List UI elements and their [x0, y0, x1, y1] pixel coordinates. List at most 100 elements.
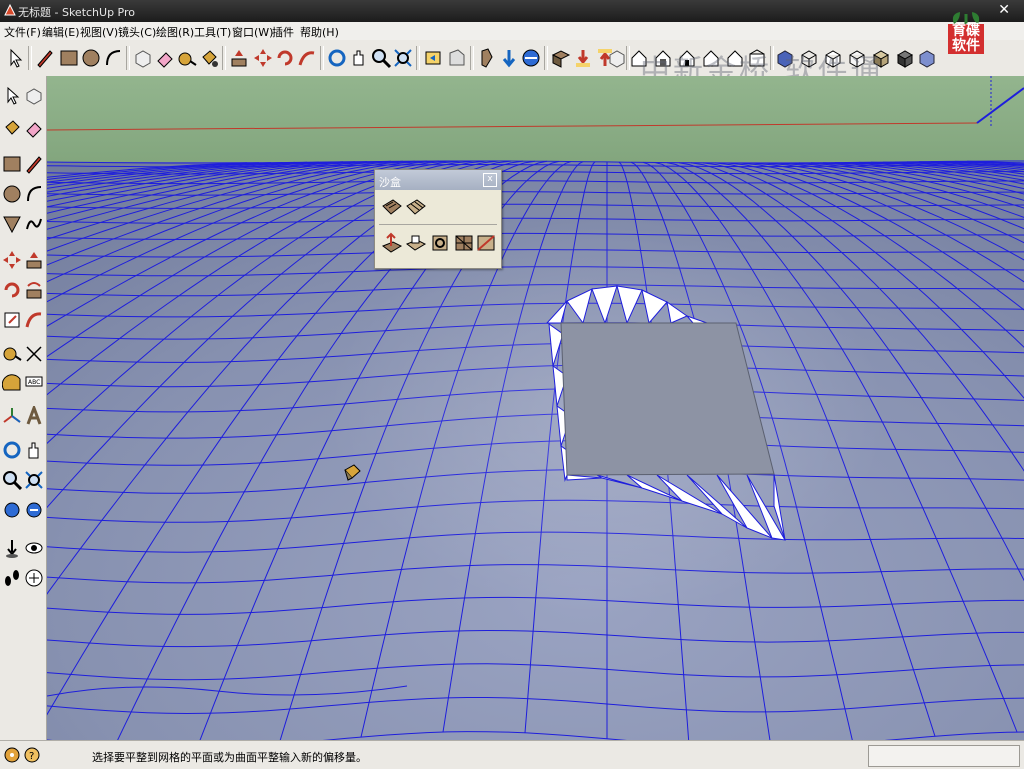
previous-view-icon[interactable] [2, 500, 22, 520]
pencil-icon[interactable] [34, 44, 56, 72]
add-detail-icon[interactable] [453, 232, 475, 256]
instructor-icon[interactable]: ? [24, 747, 40, 763]
sandbox-cursor-icon [344, 464, 361, 481]
menu-view[interactable]: 视图(V) [80, 24, 118, 40]
xray-toggle-icon[interactable] [916, 44, 938, 72]
toolbar-separator [544, 46, 548, 70]
back-view-icon[interactable] [724, 44, 746, 72]
follow-me-icon[interactable] [24, 280, 44, 300]
iso-view-icon[interactable] [628, 44, 650, 72]
section-plane-icon[interactable] [24, 568, 44, 588]
pan-icon[interactable] [348, 44, 370, 72]
polygon-icon[interactable] [2, 214, 22, 234]
text-icon[interactable]: ABC [24, 374, 44, 394]
look-around-icon[interactable] [520, 44, 542, 72]
position-camera-icon[interactable] [2, 538, 22, 558]
protractor-icon[interactable] [1, 374, 22, 394]
zoom-icon[interactable] [370, 44, 392, 72]
wireframe-icon[interactable] [798, 44, 820, 72]
stamp-icon[interactable] [405, 232, 427, 256]
menu-edit[interactable]: 编辑(E) [42, 24, 80, 40]
smoove-icon[interactable] [381, 232, 403, 256]
menu-draw[interactable]: 绘图(R) [156, 24, 194, 40]
move-icon[interactable] [252, 44, 274, 72]
left-view-icon[interactable] [746, 44, 768, 72]
geo-location-icon[interactable] [4, 747, 20, 763]
arc-icon[interactable] [102, 44, 124, 72]
select-icon[interactable] [4, 44, 26, 72]
circle-icon[interactable] [80, 44, 102, 72]
front-view-icon[interactable] [676, 44, 698, 72]
zoom-extents-icon[interactable] [392, 44, 414, 72]
follow-me-icon[interactable] [296, 44, 318, 72]
dimension-icon[interactable] [24, 344, 44, 364]
right-view-icon[interactable] [700, 44, 722, 72]
sandbox-close-button[interactable]: x [483, 173, 497, 187]
axes-icon[interactable] [2, 406, 22, 426]
zoom-extents-icon[interactable] [24, 500, 44, 520]
line-icon[interactable] [24, 154, 44, 174]
menu-tools[interactable]: 工具(T) [194, 24, 231, 40]
paint-bucket-icon[interactable] [198, 44, 220, 72]
sandbox-toolbar-panel[interactable]: 沙盒 x [374, 169, 502, 269]
measurements-box[interactable] [868, 745, 1020, 767]
close-window-button[interactable]: ✕ [998, 2, 1010, 18]
monochrome-icon[interactable] [894, 44, 916, 72]
terrain-scene[interactable] [47, 76, 1024, 740]
section-plane-icon[interactable] [550, 44, 572, 72]
scale-icon[interactable] [2, 310, 22, 330]
rotate-icon[interactable] [274, 44, 296, 72]
next-view-icon[interactable] [446, 44, 468, 72]
from-contours-icon[interactable] [381, 196, 403, 220]
hidden-line-icon[interactable] [822, 44, 844, 72]
menu-plugins[interactable]: 插件 [272, 24, 294, 40]
rectangle-icon[interactable] [58, 44, 80, 72]
window-title: 无标题 - SketchUp Pro [18, 6, 136, 19]
arc-icon[interactable] [24, 184, 44, 204]
pan-icon[interactable] [24, 440, 44, 460]
shaded-icon[interactable] [846, 44, 868, 72]
rectangle-icon[interactable] [2, 154, 22, 174]
push-pull-icon[interactable] [228, 44, 250, 72]
3d-text-icon[interactable] [24, 403, 44, 426]
from-scratch-icon[interactable] [405, 196, 427, 220]
rotate-icon[interactable] [2, 280, 22, 300]
model-viewport[interactable] [47, 76, 1024, 740]
select-icon[interactable] [2, 86, 22, 106]
freehand-icon[interactable] [24, 214, 44, 234]
move-icon[interactable] [2, 250, 22, 270]
shaded-textures-icon[interactable] [870, 44, 892, 72]
offset-icon[interactable] [24, 310, 44, 330]
drape-icon[interactable] [429, 232, 451, 256]
make-component-icon[interactable] [24, 86, 44, 106]
menu-file[interactable]: 文件(F) [4, 24, 41, 40]
paint-bucket-icon[interactable] [2, 118, 22, 138]
walk-icon[interactable] [2, 568, 22, 588]
look-around-icon[interactable] [24, 538, 44, 558]
previous-view-icon[interactable] [422, 44, 444, 72]
tape-measure-icon[interactable] [176, 44, 198, 72]
circle-icon[interactable] [2, 184, 22, 204]
xray-icon[interactable] [774, 44, 796, 72]
menu-camera[interactable]: 镜头(C) [118, 24, 156, 40]
push-pull-icon[interactable] [24, 250, 44, 270]
zoom-icon[interactable] [2, 470, 23, 491]
flip-edge-icon[interactable] [475, 232, 497, 256]
get-models-icon[interactable] [572, 44, 594, 72]
flat-stamp-top [560, 322, 775, 476]
eraser-icon[interactable] [24, 118, 44, 138]
menu-help[interactable]: 帮助(H) [300, 24, 339, 40]
zoom-window-icon[interactable] [24, 470, 44, 490]
eraser-icon[interactable] [154, 44, 176, 72]
make-component-icon[interactable] [132, 44, 154, 72]
sandbox-panel-header[interactable]: 沙盒 x [375, 170, 501, 190]
brand-logo: 育碟 软件 [946, 10, 986, 56]
position-camera-icon[interactable] [476, 44, 498, 72]
top-view-icon[interactable] [652, 44, 674, 72]
orbit-icon[interactable] [2, 440, 22, 460]
walk-icon[interactable] [498, 44, 520, 72]
tape-measure-icon[interactable] [2, 344, 22, 364]
share-component-icon[interactable] [606, 44, 628, 72]
menu-window[interactable]: 窗口(W) [232, 24, 273, 40]
orbit-icon[interactable] [326, 44, 348, 72]
